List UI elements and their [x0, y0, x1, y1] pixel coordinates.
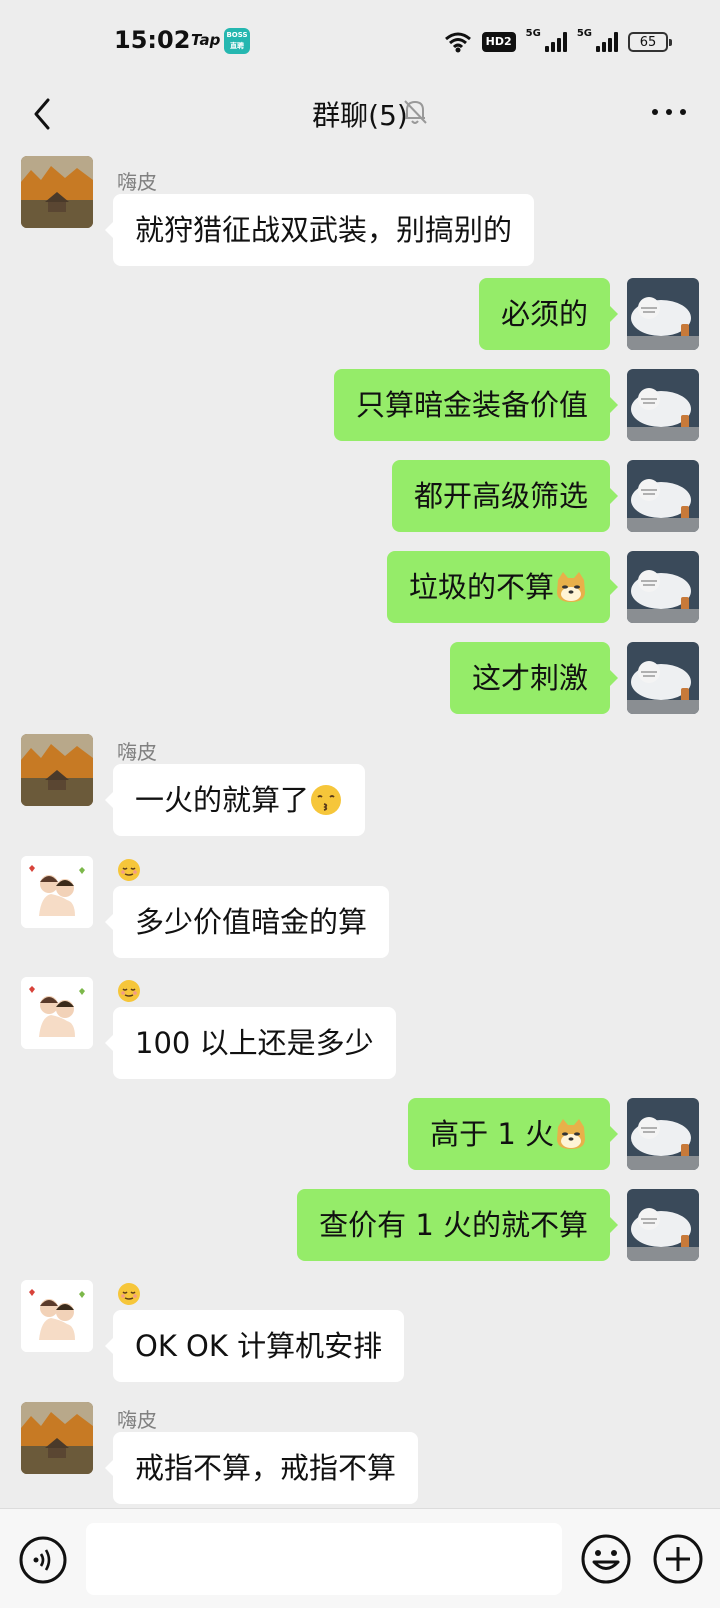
- avatar-sleeping-tiger[interactable]: [627, 551, 699, 623]
- message-bubble[interactable]: 必须的: [478, 278, 619, 350]
- message-bubble[interactable]: 多少价值暗金的算: [104, 886, 390, 958]
- mute-bell-icon: [404, 100, 427, 124]
- relieved-face-emoji-icon: [118, 859, 140, 881]
- avatar-autumn-cabin[interactable]: [21, 156, 93, 228]
- message-bubble[interactable]: OK OK 计算机安排: [104, 1310, 405, 1382]
- chat-header: 群聊(5): [0, 84, 720, 148]
- message-text: 垃圾的不算: [408, 570, 554, 604]
- boss-app-icon: BOSS 直聘: [224, 28, 250, 54]
- message-text: 一火的就算了: [135, 783, 310, 817]
- plus-more-icon[interactable]: [652, 1533, 704, 1585]
- status-indicators: HD2 5G 5G 65: [444, 28, 672, 56]
- input-bar: [0, 1508, 720, 1608]
- tap-app-icon: Tap: [191, 31, 221, 49]
- message-text: 高于 1 火: [430, 1117, 554, 1151]
- chat-title: 群聊(5): [312, 99, 408, 132]
- avatar-sleeping-tiger[interactable]: [627, 369, 699, 441]
- message-bubble[interactable]: 只算暗金装备价值: [333, 369, 619, 441]
- avatar-couple-sticker[interactable]: [21, 977, 93, 1049]
- message-bubble[interactable]: 一火的就算了: [104, 764, 366, 836]
- doge-emoji-icon: [557, 572, 585, 602]
- status-bar: 15:02 Tap BOSS 直聘 HD2 5G 5G 65: [0, 0, 720, 84]
- message-bubble[interactable]: 垃圾的不算: [386, 551, 619, 623]
- message-bubble[interactable]: 高于 1 火: [408, 1098, 618, 1170]
- relieved-face-emoji-icon: [118, 1283, 140, 1305]
- avatar-sleeping-tiger[interactable]: [627, 1189, 699, 1261]
- sender-name: 嗨皮: [117, 170, 157, 194]
- relieved-face-emoji-icon: [118, 980, 140, 1002]
- kissing-face-emoji-icon: [311, 785, 342, 815]
- voice-input-icon[interactable]: [18, 1535, 68, 1585]
- sender-name: 嗨皮: [117, 1408, 157, 1432]
- message-bubble[interactable]: 这才刺激: [449, 642, 619, 714]
- avatar-couple-sticker[interactable]: [21, 856, 93, 928]
- avatar-autumn-cabin[interactable]: [21, 1402, 93, 1474]
- message-bubble[interactable]: 查价有 1 火的就不算: [297, 1189, 618, 1261]
- avatar-sleeping-tiger[interactable]: [627, 460, 699, 532]
- message-input[interactable]: [86, 1523, 562, 1595]
- avatar-autumn-cabin[interactable]: [21, 734, 93, 806]
- signal-icon-2: [596, 32, 618, 52]
- battery-icon: 65: [628, 32, 672, 52]
- doge-emoji-icon: [557, 1119, 585, 1149]
- message-bubble[interactable]: 100 以上还是多少: [105, 1007, 396, 1079]
- wifi-icon: [444, 32, 471, 53]
- avatar-sleeping-tiger[interactable]: [627, 1098, 699, 1170]
- more-options-icon[interactable]: [652, 102, 688, 122]
- signal-icon: [544, 32, 567, 52]
- avatar-couple-sticker[interactable]: [21, 1280, 93, 1352]
- message-bubble[interactable]: 戒指不算，戒指不算: [104, 1432, 419, 1504]
- emoji-smile-icon[interactable]: [580, 1533, 632, 1585]
- hd-icon: HD2: [481, 32, 516, 52]
- avatar-sleeping-tiger[interactable]: [627, 642, 699, 714]
- message-bubble[interactable]: 都开高级筛选: [391, 460, 619, 532]
- battery-level: 65: [639, 34, 657, 50]
- message-bubble[interactable]: 就狩猎征战双武装，别搞别的: [104, 194, 535, 266]
- network-5g-label: 5G: [525, 28, 541, 39]
- message-list[interactable]: 嗨皮 就狩猎征战双武装，别搞别的 必须的 只算暗金装备价值 都开高级筛选 垃圾的…: [0, 150, 720, 1508]
- network-5g-label-2: 5G: [576, 28, 592, 39]
- avatar-sleeping-tiger[interactable]: [627, 278, 699, 350]
- status-time: 15:02: [114, 26, 191, 54]
- sender-name: 嗨皮: [117, 740, 157, 764]
